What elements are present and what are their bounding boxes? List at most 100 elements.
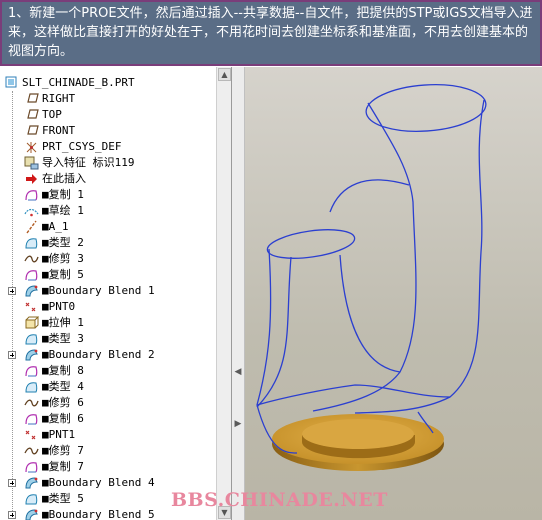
expand-plus-icon[interactable] <box>8 511 16 519</box>
expand-right-arrow-icon[interactable]: ▶ <box>234 419 242 429</box>
type-surface-icon <box>24 332 39 346</box>
model-tree-panel: SLT_CHINADE_B.PRT RIGHT TOP FRONT PRT_CSYS_D… <box>0 67 232 520</box>
copy-surface-icon <box>24 268 39 282</box>
boundary-blend-icon <box>24 508 39 520</box>
tree-item[interactable]: ■Boundary Blend 2 <box>0 347 216 363</box>
tree-item-label: ■拉伸 1 <box>42 316 84 329</box>
model-tree: SLT_CHINADE_B.PRT RIGHT TOP FRONT PRT_CSYS_D… <box>0 75 216 520</box>
type-surface-icon <box>24 380 39 394</box>
tree-item[interactable]: ■复制 6 <box>0 411 216 427</box>
tree-item-label: ■类型 4 <box>42 380 84 393</box>
boundary-blend-icon <box>24 476 39 490</box>
collapse-left-arrow-icon[interactable]: ◀ <box>234 367 242 377</box>
sketch-icon <box>24 204 39 218</box>
base-disc <box>272 414 444 471</box>
tree-item[interactable]: ■复制 8 <box>0 363 216 379</box>
tree-item-label: 导入特征 标识119 <box>42 156 135 169</box>
tree-item[interactable]: ■复制 1 <box>0 187 216 203</box>
boundary-blend-icon <box>24 284 39 298</box>
panel-divider[interactable]: ◀ ▶ <box>232 67 245 520</box>
tree-item-label: ■草绘 1 <box>42 204 84 217</box>
part-icon <box>5 76 20 90</box>
tree-item-label: ■复制 8 <box>42 364 84 377</box>
trim-curve-icon <box>24 252 39 266</box>
datum-point-icon <box>24 428 39 442</box>
coordinate-system-icon <box>24 140 39 154</box>
tree-item-label: ■修剪 7 <box>42 444 84 457</box>
tree-item-label: ■类型 2 <box>42 236 84 249</box>
tree-item-label: RIGHT <box>42 92 76 105</box>
tree-vertical-scrollbar[interactable]: ▲ ▼ <box>216 67 231 520</box>
tree-item[interactable]: 导入特征 标识119 <box>0 155 216 171</box>
watermark-text: BBS.CHINADE.NET <box>171 489 388 511</box>
tree-item-label: FRONT <box>42 124 76 137</box>
tree-item[interactable]: ■PNT0 <box>0 299 216 315</box>
trim-curve-icon <box>24 396 39 410</box>
tree-item-label: ■修剪 3 <box>42 252 84 265</box>
trim-curve-icon <box>24 444 39 458</box>
tree-item-label: ■PNT0 <box>42 300 76 313</box>
copy-surface-icon <box>24 460 39 474</box>
tree-item[interactable]: ■拉伸 1 <box>0 315 216 331</box>
expand-plus-icon[interactable] <box>8 287 16 295</box>
tree-item[interactable]: ■修剪 6 <box>0 395 216 411</box>
expand-plus-icon[interactable] <box>8 479 16 487</box>
tree-item-label: ■类型 3 <box>42 332 84 345</box>
tree-item-label: ■Boundary Blend 5 <box>42 508 155 520</box>
tree-item-label: 在此插入 <box>42 172 86 185</box>
expand-plus-icon[interactable] <box>8 351 16 359</box>
type-surface-icon <box>24 236 39 250</box>
datum-point-icon <box>24 300 39 314</box>
copy-surface-icon <box>24 188 39 202</box>
insert-here-arrow-icon <box>24 172 39 186</box>
tree-item-label: PRT_CSYS_DEF <box>42 140 122 153</box>
extrude-icon <box>24 316 40 330</box>
wireframe-edges <box>256 84 487 454</box>
copy-surface-icon <box>24 412 39 426</box>
model-wireframe-view <box>256 84 487 471</box>
tree-item[interactable]: ■类型 3 <box>0 331 216 347</box>
datum-plane-icon <box>24 92 39 106</box>
instruction-banner: 1、新建一个PROE文件，然后通过插入--共享数据--自文件，把提供的STP或I… <box>0 0 542 66</box>
tree-item[interactable]: 在此插入 <box>0 171 216 187</box>
tree-item-label: ■PNT1 <box>42 428 76 441</box>
tree-item[interactable]: FRONT <box>0 123 216 139</box>
instruction-text: 1、新建一个PROE文件，然后通过插入--共享数据--自文件，把提供的STP或I… <box>8 6 533 59</box>
graphics-viewport[interactable] <box>245 67 542 520</box>
middle-ellipse <box>266 229 356 259</box>
tree-item[interactable]: TOP <box>0 107 216 123</box>
tree-item-label: ■复制 7 <box>42 460 84 473</box>
tree-item[interactable]: ■草绘 1 <box>0 203 216 219</box>
tree-item-label: TOP <box>42 108 62 121</box>
tree-item-label: ■复制 6 <box>42 412 84 425</box>
type-surface-icon <box>24 492 39 506</box>
tree-item[interactable]: RIGHT <box>0 91 216 107</box>
datum-plane-icon <box>24 108 39 122</box>
tree-item-label: ■Boundary Blend 2 <box>42 348 155 361</box>
tree-item[interactable]: ■Boundary Blend 1 <box>0 283 216 299</box>
import-feature-icon <box>24 156 39 170</box>
datum-plane-icon <box>24 124 39 138</box>
tree-item[interactable]: ■复制 7 <box>0 459 216 475</box>
tree-item[interactable]: SLT_CHINADE_B.PRT <box>0 75 216 91</box>
tree-item-label: ■复制 1 <box>42 188 84 201</box>
boundary-blend-icon <box>24 348 39 362</box>
tree-item[interactable]: ■类型 4 <box>0 379 216 395</box>
tree-item-label: ■修剪 6 <box>42 396 84 409</box>
tree-item[interactable]: ■A_1 <box>0 219 216 235</box>
tree-item[interactable]: ■修剪 7 <box>0 443 216 459</box>
tree-item-label: ■类型 5 <box>42 492 84 505</box>
tree-item-label: ■复制 5 <box>42 268 84 281</box>
tree-item[interactable]: ■修剪 3 <box>0 251 216 267</box>
tree-item-label: ■Boundary Blend 1 <box>42 284 155 297</box>
tree-item[interactable]: PRT_CSYS_DEF <box>0 139 216 155</box>
tree-item-label: ■Boundary Blend 4 <box>42 476 155 489</box>
tree-item-label: SLT_CHINADE_B.PRT <box>22 76 135 89</box>
copy-surface-icon <box>24 364 39 378</box>
tree-item[interactable]: ■PNT1 <box>0 427 216 443</box>
datum-axis-icon <box>24 220 39 234</box>
tree-item[interactable]: ■复制 5 <box>0 267 216 283</box>
tree-item[interactable]: ■类型 2 <box>0 235 216 251</box>
scroll-up-button[interactable]: ▲ <box>218 68 231 81</box>
tree-item-label: ■A_1 <box>42 220 69 233</box>
